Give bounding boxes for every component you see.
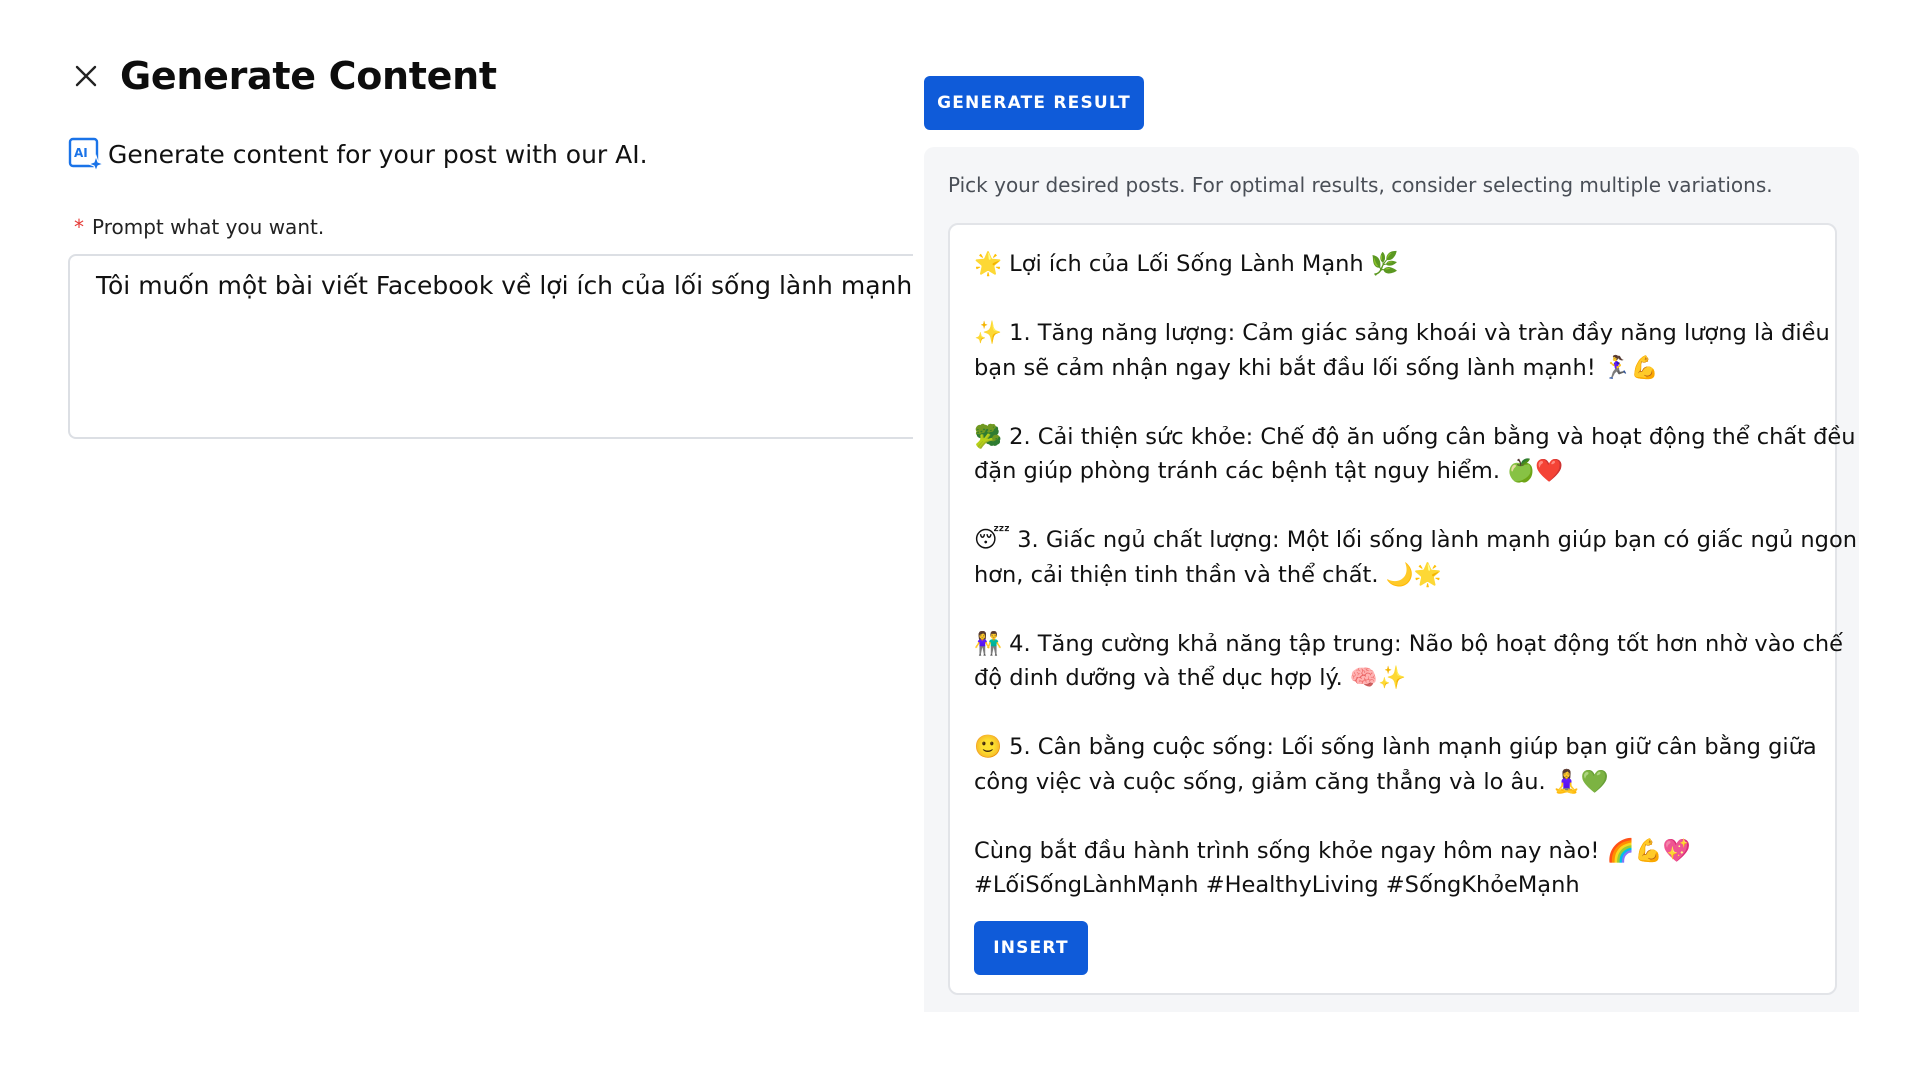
svg-text:AI: AI xyxy=(74,146,88,160)
insert-button[interactable]: INSERT xyxy=(974,920,1088,975)
post-point-3-line-1: 😴 3. Giấc ngủ chất lượng: Một lối sống l… xyxy=(974,527,1857,553)
result-hint: Pick your desired posts. For optimal res… xyxy=(948,173,1773,197)
subtitle-row: AI Generate content for your post with o… xyxy=(68,134,913,174)
result-card[interactable]: 🌟 Lợi ích của Lối Sống Lành Mạnh 🌿 ✨ 1. … xyxy=(948,223,1857,995)
post-point-2-line-2: đặn giúp phòng tránh các bệnh tật nguy h… xyxy=(974,458,1564,484)
post-point-4-line-1: 👫 4. Tăng cường khả năng tập trung: Não … xyxy=(974,630,1843,657)
post-point-5-line-1: 🙂 5. Cân bằng cuộc sống: Lối sống lành m… xyxy=(974,734,1817,760)
post-point-2-line-1: 🥦 2. Cải thiện sức khỏe: Chế độ ăn uống … xyxy=(974,423,1856,450)
post-hashtags: #LốiSốngLànhMạnh #HealthyLiving #SốngKhỏ… xyxy=(974,872,1580,898)
subtitle: Generate content for your post with our … xyxy=(108,139,648,169)
close-icon xyxy=(75,65,97,87)
result-panel: Pick your desired posts. For optimal res… xyxy=(924,147,1859,1012)
post-point-5-line-2: công việc và cuộc sống, giảm căng thẳng … xyxy=(974,768,1609,795)
prompt-label: * Prompt what you want. xyxy=(68,212,913,242)
prompt-panel: Generate Content AI Generate content for… xyxy=(68,48,913,439)
ai-sparkle-icon: AI xyxy=(68,137,104,172)
post-point-3-line-2: hơn, cải thiện tinh thần và thể chất. 🌙🌟 xyxy=(974,561,1442,588)
post-title: 🌟 Lợi ích của Lối Sống Lành Mạnh 🌿 xyxy=(974,251,1399,277)
required-mark: * xyxy=(74,215,84,239)
generate-result-button[interactable]: GENERATE RESULT xyxy=(924,76,1144,130)
post-closing: Cùng bắt đầu hành trình sống khỏe ngay h… xyxy=(974,837,1691,864)
close-button[interactable] xyxy=(68,58,104,94)
prompt-label-text: Prompt what you want. xyxy=(92,215,325,239)
post-point-1-line-2: bạn sẽ cảm nhận ngay khi bắt đầu lối sốn… xyxy=(974,354,1659,381)
post-point-1-line-1: ✨ 1. Tăng năng lượng: Cảm giác sảng khoá… xyxy=(974,320,1830,346)
prompt-input[interactable]: Tôi muốn một bài viết Facebook về lợi íc… xyxy=(68,254,913,439)
post-point-4-line-2: độ dinh dưỡng và thể dục hợp lý. 🧠✨ xyxy=(974,665,1406,691)
page-title: Generate Content xyxy=(120,54,497,98)
title-row: Generate Content xyxy=(68,48,913,104)
